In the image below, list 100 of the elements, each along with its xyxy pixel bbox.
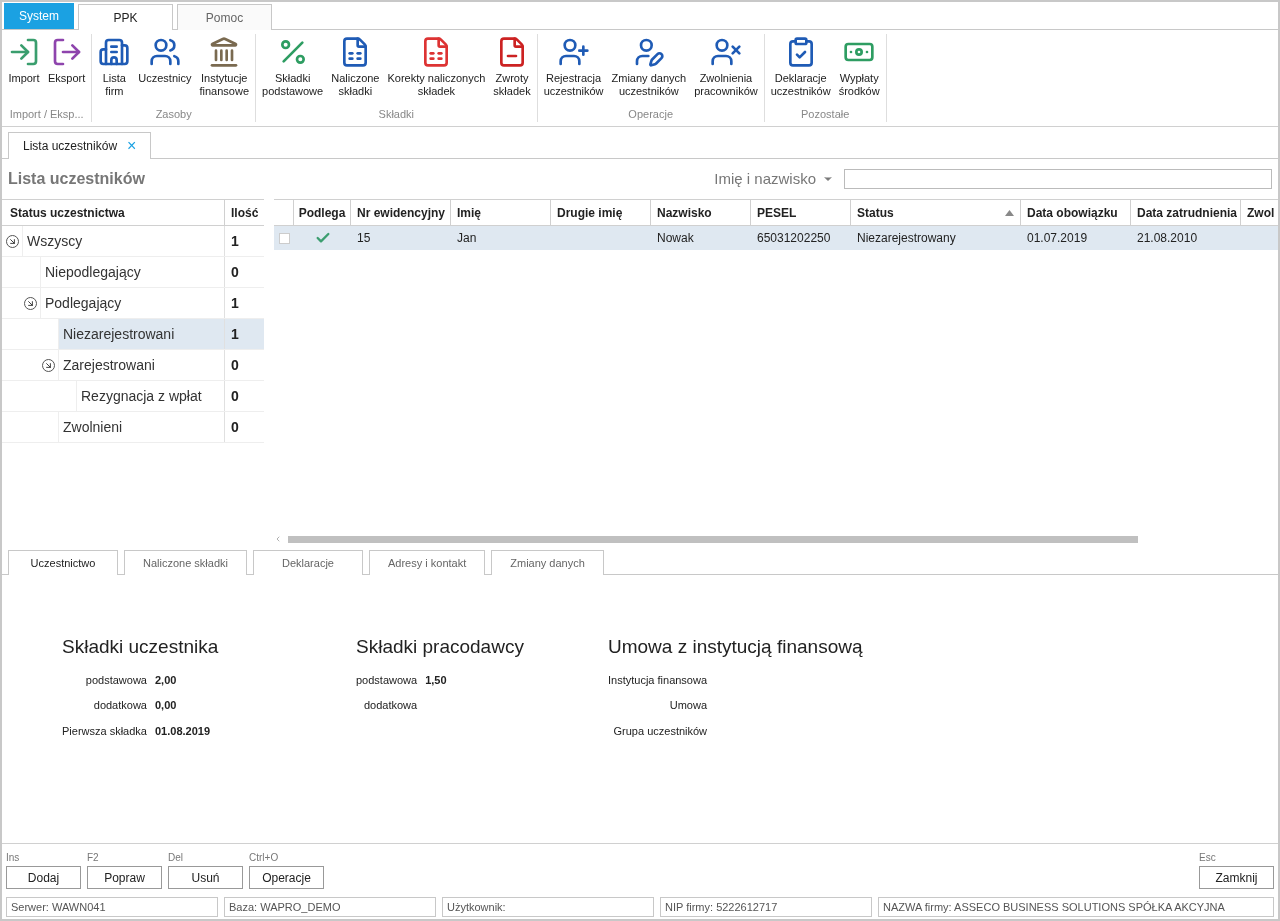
- ribbon-button[interactable]: Deklaracje uczestników: [766, 34, 835, 106]
- status-field: NAZWA firmy: ASSECO BUSINESS SOLUTIONS SPÓŁKA AKCYJNA: [878, 897, 1274, 917]
- field-value: 2,00: [155, 673, 177, 686]
- action-button[interactable]: Dodaj: [6, 866, 81, 889]
- table-cell: 01.07.2019: [1027, 231, 1088, 245]
- column-header[interactable]: Nr ewidencyjny: [351, 200, 451, 225]
- ribbon-group-label: Składki: [377, 107, 416, 122]
- row-checkbox[interactable]: [278, 232, 290, 244]
- scrollbar-thumb[interactable]: [288, 535, 1138, 543]
- detail-tab[interactable]: Deklaracje: [253, 550, 363, 575]
- column-header[interactable]: Ilość: [224, 200, 264, 225]
- ribbon-button[interactable]: Zwroty składek: [489, 34, 535, 106]
- table-cell: 15: [357, 231, 371, 245]
- ribbon-group-label: Pozostałe: [800, 107, 851, 122]
- field-value: 0,00: [155, 699, 177, 711]
- ribbon-group-label: Operacje: [627, 107, 674, 122]
- ribbon-button[interactable]: Wypłaty środków: [834, 34, 884, 106]
- shortcut-hint: Ins: [6, 851, 21, 865]
- detail-tab[interactable]: Zmiany danych: [491, 550, 604, 575]
- document-tab[interactable]: Lista uczestników ×: [8, 132, 152, 159]
- field-value: 1,50: [425, 673, 447, 686]
- column-header[interactable]: Imię: [451, 200, 551, 225]
- field-label: Pierwsza składka: [62, 723, 147, 739]
- column-header[interactable]: Status uczestnictwa: [2, 200, 224, 225]
- tree-item[interactable]: Rezygnacja z wpłat: [76, 381, 224, 411]
- ribbon-button[interactable]: Korekty naliczonych składek: [383, 34, 490, 106]
- user-x-icon: [709, 36, 742, 68]
- count-cell: 1: [224, 288, 264, 318]
- ribbon-button[interactable]: Instytucje finansowe: [195, 34, 254, 106]
- column-header[interactable]: Drugie imię: [551, 200, 651, 225]
- section-title: Składki pracodawcy: [356, 635, 525, 659]
- table-cell: 21.08.2010: [1137, 231, 1198, 245]
- section-title: Umowa z instytucją finansową: [608, 635, 864, 659]
- field-value: 01.08.2019: [155, 724, 211, 737]
- ribbon-button[interactable]: Lista firm: [94, 34, 135, 106]
- tree-item[interactable]: Zarejestrowani: [58, 350, 224, 380]
- menu-tab[interactable]: PPK: [78, 4, 173, 30]
- shortcut-hint: Esc: [1199, 851, 1217, 865]
- ribbon-button[interactable]: Naliczone składki: [327, 34, 384, 106]
- shortcut-hint: Ctrl+O: [249, 851, 280, 865]
- count-cell: 0: [224, 412, 264, 442]
- count-cell: 1: [224, 226, 264, 256]
- action-button[interactable]: Usuń: [168, 866, 243, 889]
- detail-tab[interactable]: Adresy i kontakt: [369, 550, 486, 575]
- column-header[interactable]: Data zatrudnienia: [1131, 200, 1241, 225]
- ribbon-button[interactable]: Uczestnicy: [134, 34, 196, 106]
- action-button[interactable]: Operacje: [249, 866, 324, 889]
- tree-item[interactable]: Wszyscy: [22, 226, 224, 256]
- table-cell: Nowak: [657, 231, 694, 245]
- scroll-left-icon[interactable]: [274, 535, 282, 543]
- ribbon-button[interactable]: Rejestracja uczestników: [539, 34, 608, 106]
- column-header[interactable]: Status: [851, 200, 1021, 225]
- count-cell: 0: [224, 381, 264, 411]
- field-label: dodatkowa: [362, 698, 418, 713]
- shortcut-hint: F2: [87, 851, 100, 865]
- field-label: dodatkowa: [92, 698, 147, 713]
- field-label: podstawowa: [356, 672, 418, 688]
- field-label: podstawowa: [84, 672, 147, 688]
- ribbon-group-label: Import / Eksp...: [8, 107, 85, 122]
- menu-tab[interactable]: Pomoc: [177, 4, 272, 30]
- count-cell: 1: [224, 319, 264, 349]
- column-header[interactable]: Data obowiązku: [1021, 200, 1131, 225]
- table-cell: Niezarejestrowany: [857, 231, 956, 245]
- field-label: Grupa uczestników: [612, 723, 708, 739]
- status-field: Serwer: WAWN041: [6, 897, 218, 917]
- search-field[interactable]: [844, 169, 1272, 189]
- ribbon-button[interactable]: Import: [4, 34, 44, 106]
- status-field: NIP firmy: 5222612717: [660, 897, 872, 917]
- tree-item[interactable]: Zwolnieni: [58, 412, 224, 442]
- tree-item[interactable]: Niepodlegający: [40, 257, 224, 287]
- field-label: Umowa: [668, 698, 708, 713]
- user-plus-icon: [557, 36, 590, 68]
- ribbon-button[interactable]: Zmiany danych uczestników: [607, 34, 691, 106]
- shortcut-hint: Del: [168, 851, 184, 865]
- ribbon-button[interactable]: Składki podstawowe: [258, 34, 328, 106]
- ribbon-group-label: Zasoby: [154, 107, 193, 122]
- people-icon: [148, 36, 181, 68]
- column-header[interactable]: Zwol: [1241, 200, 1278, 225]
- count-cell: 0: [224, 350, 264, 380]
- detail-tab[interactable]: Uczestnictwo: [8, 550, 118, 575]
- tree-item[interactable]: Niezarejestrowani: [58, 319, 224, 349]
- column-header[interactable]: Podlega: [294, 200, 351, 225]
- status-field: Użytkownik:: [442, 897, 654, 917]
- building-icon: [98, 36, 131, 68]
- field-label: Instytucja finansowa: [608, 672, 708, 688]
- action-button[interactable]: Popraw: [87, 866, 162, 889]
- filter-dropdown[interactable]: Imię i nazwisko: [714, 167, 834, 191]
- column-header[interactable]: PESEL: [751, 200, 851, 225]
- table-cell: Jan: [457, 231, 477, 245]
- count-cell: 0: [224, 257, 264, 287]
- table-row[interactable]: 15 Jan Nowak 65031202250 Niezarejestrowany 01.07.2019 21.08.2010: [274, 226, 1278, 250]
- detail-tab[interactable]: Naliczone składki: [124, 550, 247, 575]
- status-field: Baza: WAPRO_DEMO: [224, 897, 436, 917]
- tree-item[interactable]: Podlegający: [40, 288, 224, 318]
- tab-title: Lista uczestników: [23, 138, 118, 155]
- action-button[interactable]: Zamknij: [1199, 866, 1274, 889]
- column-header[interactable]: Nazwisko: [651, 200, 751, 225]
- ribbon-button[interactable]: Eksport: [44, 34, 90, 106]
- section-title: Składki uczestnika: [62, 635, 220, 659]
- ribbon-button[interactable]: Zwolnienia pracowników: [690, 34, 762, 106]
